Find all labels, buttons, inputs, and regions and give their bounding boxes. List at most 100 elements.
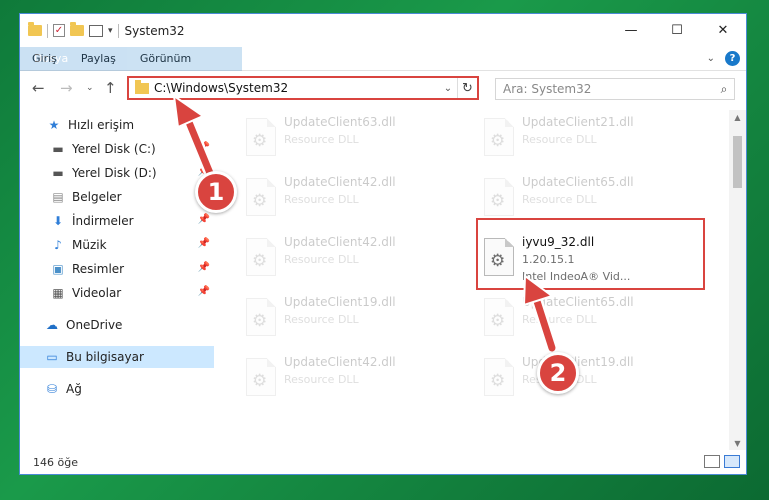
details-view-icon[interactable] <box>704 455 720 468</box>
file-description: Resource DLL <box>522 133 597 146</box>
dll-file-icon: ⚙ <box>246 298 276 336</box>
customize-dropdown-icon[interactable]: ▾ <box>108 26 113 36</box>
gear-icon: ⚙ <box>252 131 268 151</box>
pin-icon[interactable]: 📌 <box>198 142 210 153</box>
address-dropdown-icon[interactable]: ⌄ <box>439 83 457 94</box>
gear-icon: ⚙ <box>490 371 506 391</box>
file-name: UpdateClient21.dll <box>522 115 634 129</box>
sidebar-item-videos[interactable]: ▦ Videolar 📌 <box>20 282 214 304</box>
expand-ribbon-icon[interactable]: ⌄ <box>707 53 715 64</box>
navigation-bar: ← → ⌄ ↑ C:\Windows\System32 ⌄ ↻ Ara: Sys… <box>20 72 746 106</box>
gear-icon: ⚙ <box>490 191 506 211</box>
sidebar-item-drive-d[interactable]: ▬ Yerel Disk (D:) 📌 <box>20 162 214 184</box>
file-name: UpdateClient19.dll <box>284 295 396 309</box>
videos-icon: ▦ <box>52 286 64 300</box>
pin-icon[interactable]: 📌 <box>198 286 210 297</box>
sidebar-item-onedrive[interactable]: ☁ OneDrive <box>20 314 214 336</box>
documents-icon: ▤ <box>52 190 64 204</box>
sidebar-item-drive-c[interactable]: ▬ Yerel Disk (C:) 📌 <box>20 138 214 160</box>
list-item[interactable]: ⚙ UpdateClient19.dll Resource DLL <box>240 292 462 344</box>
forward-arrow-icon[interactable]: → <box>60 79 73 97</box>
refresh-icon[interactable]: ↻ <box>457 78 477 98</box>
list-item[interactable]: ⚙ UpdateClient42.dll Resource DLL <box>240 172 462 224</box>
sidebar-item-label: Yerel Disk (D:) <box>72 166 157 180</box>
scroll-thumb[interactable] <box>733 136 742 188</box>
properties-check-icon[interactable]: ✓ <box>53 24 65 37</box>
tiles-view-icon[interactable] <box>724 455 740 468</box>
ribbon-right: ⌄ ? <box>707 51 740 66</box>
gear-icon: ⚙ <box>252 371 268 391</box>
help-icon[interactable]: ? <box>725 51 740 66</box>
toolbar-divider <box>47 23 48 38</box>
sidebar-item-label: Videolar <box>72 286 122 300</box>
list-item[interactable]: ⚙ UpdateClient65.dll Resource DLL <box>478 172 700 224</box>
window-controls: — ☐ ✕ <box>608 14 746 47</box>
sidebar-item-label: Müzik <box>72 238 107 252</box>
drive-icon: ▬ <box>52 166 64 180</box>
recent-locations-icon[interactable]: ⌄ <box>86 83 94 93</box>
music-icon: ♪ <box>54 238 62 252</box>
sidebar-item-music[interactable]: ♪ Müzik 📌 <box>20 234 214 256</box>
drive-icon: ▬ <box>52 142 64 156</box>
list-item[interactable]: ⚙ UpdateClient19.dllResource DLL <box>478 352 700 404</box>
dll-file-icon: ⚙ <box>484 298 514 336</box>
sidebar-item-quick-access[interactable]: ★ Hızlı erişim <box>20 114 214 136</box>
sidebar-item-network[interactable]: ⛁ Ağ <box>20 378 214 400</box>
up-arrow-icon[interactable]: ↑ <box>104 79 117 97</box>
pin-icon[interactable]: 📌 <box>198 238 210 249</box>
gear-icon: ⚙ <box>252 251 268 271</box>
list-item[interactable]: ⚙ UpdateClient63.dll Resource DLL <box>240 112 462 164</box>
list-item[interactable]: ⚙ UpdateClient65.dll Resource DLL <box>478 292 700 344</box>
scroll-up-icon[interactable]: ▲ <box>729 110 746 126</box>
list-item[interactable]: ⚙ UpdateClient42.dll Resource DLL <box>240 352 462 404</box>
maximize-button[interactable]: ☐ <box>654 14 700 47</box>
dll-file-icon: ⚙ <box>484 118 514 156</box>
dll-file-icon: ⚙ <box>484 358 514 396</box>
item-count: 146 öğe <box>33 455 78 469</box>
address-bar[interactable]: C:\Windows\System32 ⌄ ↻ <box>127 76 479 100</box>
list-item[interactable]: ⚙ UpdateClient21.dll Resource DLL <box>478 112 700 164</box>
sidebar-item-this-pc[interactable]: ▭ Bu bilgisayar <box>20 346 214 368</box>
pictures-icon: ▣ <box>52 262 64 276</box>
properties-icon[interactable] <box>89 24 103 37</box>
window-title: System32 <box>124 23 185 38</box>
folder-icon <box>28 22 42 36</box>
download-icon: ⬇ <box>52 214 64 228</box>
address-path[interactable]: C:\Windows\System32 <box>154 81 439 95</box>
title-bar: ✓ ▾ System32 — ☐ ✕ <box>20 14 746 47</box>
minimize-button[interactable]: — <box>608 14 654 47</box>
pin-icon[interactable]: 📌 <box>198 214 210 225</box>
search-box[interactable]: Ara: System32 ⌕ <box>495 78 735 100</box>
tab-file[interactable]: Dosya <box>20 46 242 71</box>
dll-file-icon: ⚙ <box>484 178 514 216</box>
list-item[interactable]: ⚙ UpdateClient42.dll Resource DLL <box>240 232 462 284</box>
file-description: Resource DLL <box>284 313 359 326</box>
highlight-box-dll <box>476 218 705 290</box>
gear-icon: ⚙ <box>490 131 506 151</box>
vertical-scrollbar[interactable]: ▲ ▼ <box>729 110 746 452</box>
network-icon: ⛁ <box>46 382 58 396</box>
sidebar-item-label: Hızlı erişim <box>68 118 135 132</box>
sidebar-item-label: OneDrive <box>66 318 123 332</box>
close-button[interactable]: ✕ <box>700 14 746 47</box>
dll-file-icon: ⚙ <box>246 358 276 396</box>
step-2-badge: 2 <box>537 352 579 394</box>
sidebar-item-pictures[interactable]: ▣ Resimler 📌 <box>20 258 214 280</box>
search-icon[interactable]: ⌕ <box>714 82 734 97</box>
file-description: Resource DLL <box>284 253 359 266</box>
file-name: UpdateClient65.dll <box>522 175 634 189</box>
sidebar-item-label: İndirmeler <box>72 214 134 228</box>
back-arrow-icon[interactable]: ← <box>32 79 45 97</box>
file-name: UpdateClient42.dll <box>284 235 396 249</box>
search-input[interactable]: Ara: System32 <box>503 82 714 96</box>
sidebar-item-documents[interactable]: ▤ Belgeler 📌 <box>20 186 214 208</box>
new-folder-icon[interactable] <box>70 22 84 36</box>
navigation-pane: ★ Hızlı erişim ▬ Yerel Disk (C:) 📌 ▬ Yer… <box>20 110 214 450</box>
file-description: Resource DLL <box>284 373 359 386</box>
computer-icon: ▭ <box>46 350 58 364</box>
status-bar: 146 öğe <box>20 450 746 474</box>
pin-icon[interactable]: 📌 <box>198 262 210 273</box>
folder-icon <box>135 79 149 94</box>
sidebar-item-downloads[interactable]: ⬇ İndirmeler 📌 <box>20 210 214 232</box>
view-switcher <box>704 455 740 468</box>
